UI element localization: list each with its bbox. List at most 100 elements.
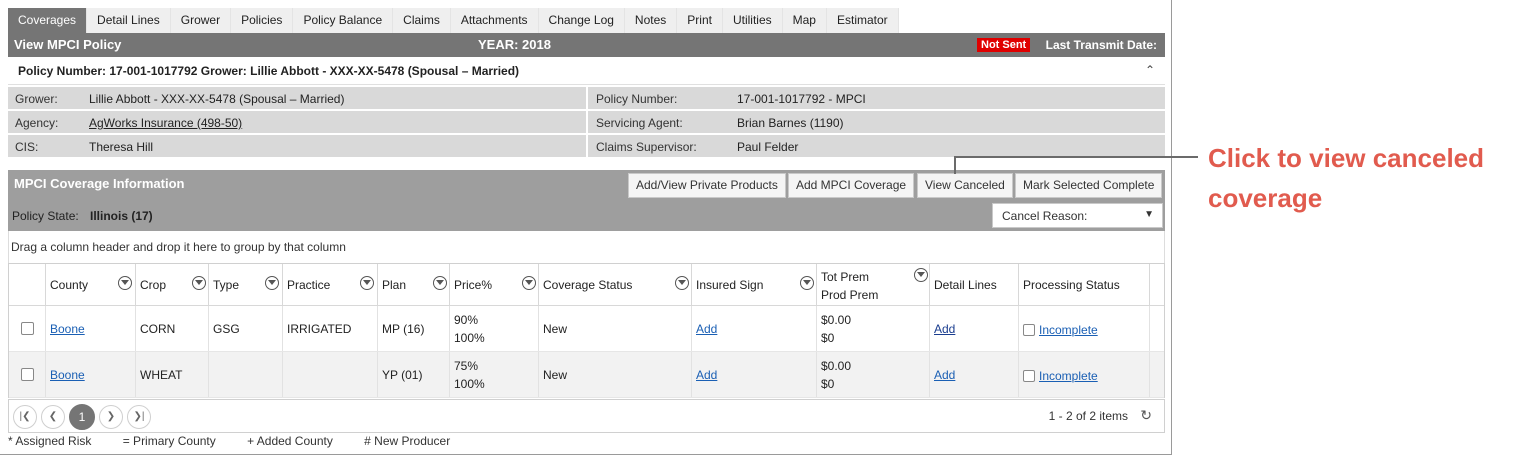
- filter-icon[interactable]: [118, 276, 132, 290]
- header-practice[interactable]: Practice: [283, 264, 378, 305]
- tot-prem-value: $0.00: [821, 313, 852, 327]
- plan-value: YP (01): [382, 368, 423, 382]
- tab-coverages[interactable]: Coverages: [8, 8, 88, 33]
- filter-icon[interactable]: [675, 276, 689, 290]
- processing-checkbox[interactable]: [1023, 324, 1035, 336]
- tab-estimator[interactable]: Estimator: [826, 8, 899, 33]
- coverage-status-cell: New: [539, 306, 692, 351]
- header-county[interactable]: County: [46, 264, 136, 305]
- county-cell: Boone: [46, 306, 136, 351]
- premium-values: $0.00 $0: [821, 357, 851, 393]
- prod-prem-value: $0: [821, 377, 835, 391]
- table-row: Boone WHEAT YP (01) 75% 100% New Add $0.…: [9, 352, 1164, 398]
- mark-selected-complete-button[interactable]: Mark Selected Complete: [1015, 173, 1163, 198]
- header-premium-label: Tot Prem Prod Prem: [821, 268, 878, 304]
- incomplete-link[interactable]: Incomplete: [1039, 369, 1098, 383]
- crop-value: CORN: [140, 322, 176, 336]
- tab-utilities[interactable]: Utilities: [722, 8, 783, 33]
- type-value: GSG: [213, 322, 240, 336]
- status-badge: Not Sent: [977, 38, 1031, 52]
- price-values: 90% 100%: [454, 311, 485, 347]
- group-by-drop-zone[interactable]: Drag a column header and drop it here to…: [8, 231, 1165, 263]
- add-mpci-coverage-button[interactable]: Add MPCI Coverage: [788, 173, 915, 198]
- info-policy-number: Policy Number: 17-001-1017792 - MPCI: [588, 87, 1165, 109]
- current-page-button[interactable]: 1: [69, 404, 95, 430]
- refresh-icon[interactable]: ↻: [1140, 407, 1152, 424]
- tab-claims[interactable]: Claims: [393, 8, 451, 33]
- practice-cell: IRRIGATED: [283, 306, 378, 351]
- county-link[interactable]: Boone: [50, 368, 85, 382]
- policy-summary-header[interactable]: Policy Number: 17-001-1017792 Grower: Li…: [8, 57, 1165, 85]
- county-link[interactable]: Boone: [50, 322, 85, 336]
- add-view-private-products-button[interactable]: Add/View Private Products: [628, 173, 786, 198]
- tab-policy-balance[interactable]: Policy Balance: [293, 8, 394, 33]
- table-row: Boone CORN GSG IRRIGATED MP (16) 90% 100…: [9, 306, 1164, 352]
- header-premium[interactable]: Tot Prem Prod Prem: [817, 264, 930, 305]
- tab-policies[interactable]: Policies: [231, 8, 294, 33]
- callout-line-horizontal: [955, 156, 1198, 158]
- grid-legend: * Assigned Risk = Primary County + Added…: [8, 434, 478, 448]
- type-cell: GSG: [209, 306, 283, 351]
- header-crop[interactable]: Crop: [136, 264, 209, 305]
- header-county-label: County: [50, 278, 89, 292]
- servicing-agent-label: Servicing Agent:: [596, 116, 683, 130]
- row-checkbox[interactable]: [21, 368, 34, 381]
- policy-number-label: Policy Number:: [596, 92, 678, 106]
- tot-prem-value: $0.00: [821, 359, 852, 373]
- info-cis: CIS: Theresa Hill: [8, 135, 586, 157]
- claims-supervisor-label: Claims Supervisor:: [596, 140, 697, 154]
- row-checkbox[interactable]: [21, 322, 34, 335]
- processing-checkbox[interactable]: [1023, 370, 1035, 382]
- cis-label: CIS:: [15, 140, 39, 154]
- header-insured-sign[interactable]: Insured Sign: [692, 264, 817, 305]
- header-processing-status[interactable]: Processing Status: [1019, 264, 1150, 305]
- header-tot-prem: Tot Prem: [821, 270, 870, 284]
- next-page-icon[interactable]: ❯: [99, 405, 123, 429]
- info-servicing-agent: Servicing Agent: Brian Barnes (1190): [588, 111, 1165, 133]
- tab-notes[interactable]: Notes: [624, 8, 678, 33]
- prev-page-icon[interactable]: ❮: [41, 405, 65, 429]
- filter-icon[interactable]: [192, 276, 206, 290]
- insured-sign-add-link[interactable]: Add: [696, 368, 717, 382]
- header-price[interactable]: Price%: [450, 264, 539, 305]
- view-canceled-button[interactable]: View Canceled: [917, 173, 1013, 198]
- tab-attachments[interactable]: Attachments: [450, 8, 539, 33]
- tab-print[interactable]: Print: [677, 8, 723, 33]
- plan-cell: YP (01): [378, 352, 450, 397]
- header-type-label: Type: [213, 278, 240, 292]
- prod-prem-value: $0: [821, 331, 835, 345]
- filter-icon[interactable]: [914, 268, 928, 282]
- agency-link[interactable]: AgWorks Insurance (498-50): [89, 116, 242, 130]
- header-insured-sign-label: Insured Sign: [696, 278, 764, 292]
- first-page-icon[interactable]: |❮: [13, 405, 37, 429]
- legend-assigned-risk: * Assigned Risk: [8, 434, 92, 448]
- cancel-reason-select[interactable]: Cancel Reason: ▼: [992, 203, 1163, 228]
- grower-label: Grower:: [15, 92, 58, 106]
- filter-icon[interactable]: [522, 276, 536, 290]
- insured-sign-cell: Add: [692, 352, 817, 397]
- filter-icon[interactable]: [360, 276, 374, 290]
- header-detail-lines-label: Detail Lines: [934, 278, 997, 292]
- header-detail-lines[interactable]: Detail Lines: [930, 264, 1019, 305]
- filter-icon[interactable]: [800, 276, 814, 290]
- filter-icon[interactable]: [265, 276, 279, 290]
- detail-lines-add-link[interactable]: Add: [934, 322, 955, 336]
- tab-change-log[interactable]: Change Log: [538, 8, 625, 33]
- tab-grower[interactable]: Grower: [170, 8, 232, 33]
- grid-header-row: County Crop Type Practice Plan Price% Co…: [9, 264, 1164, 306]
- detail-lines-add-link[interactable]: Add: [934, 368, 955, 382]
- incomplete-link[interactable]: Incomplete: [1039, 323, 1098, 337]
- tab-detail-lines[interactable]: Detail Lines: [87, 8, 171, 33]
- filter-icon[interactable]: [433, 276, 447, 290]
- insured-sign-add-link[interactable]: Add: [696, 322, 717, 336]
- coverage-status-value: New: [543, 368, 568, 382]
- header-coverage-status[interactable]: Coverage Status: [539, 264, 692, 305]
- last-page-icon[interactable]: ❯|: [127, 405, 151, 429]
- policy-state-bar: Policy State: Illinois (17) Cancel Reaso…: [8, 200, 1165, 231]
- page-title: View MPCI Policy: [14, 37, 122, 52]
- chevron-up-icon[interactable]: ⌃: [1145, 63, 1155, 77]
- header-plan[interactable]: Plan: [378, 264, 450, 305]
- header-type[interactable]: Type: [209, 264, 283, 305]
- row-select-cell: [9, 352, 46, 397]
- tab-map[interactable]: Map: [782, 8, 827, 33]
